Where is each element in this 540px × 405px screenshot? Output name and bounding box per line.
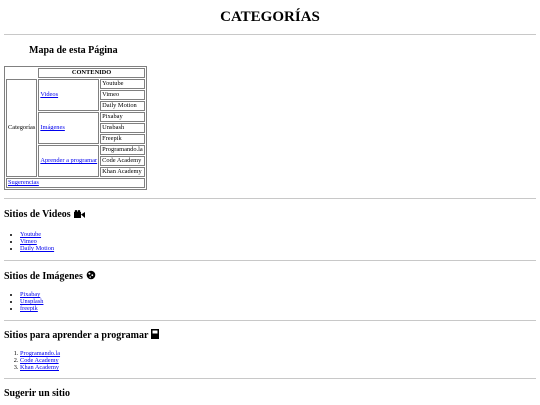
section-title-programming: Sitios para aprender a programar	[4, 329, 160, 342]
section-title-suggest: Sugerir un sitio	[4, 388, 70, 399]
book-icon	[151, 329, 160, 342]
video-camera-icon	[73, 210, 85, 221]
table-item: Pixabay	[100, 112, 145, 122]
site-link[interactable]: Vimeo	[20, 238, 37, 245]
programming-sites-list: Programando.la Code Academy Khan Academy	[0, 350, 60, 372]
list-item: Pixabay	[20, 291, 43, 298]
table-header: CONTENIDO	[38, 68, 145, 78]
list-item: Vimeo	[20, 238, 54, 245]
image-icon	[86, 270, 96, 283]
list-item: Code Academy	[20, 357, 60, 364]
table-item: Khan Academy	[100, 167, 145, 177]
group-link-programming[interactable]: Aprender a programar	[40, 157, 97, 164]
root-cell: Categorías	[6, 79, 38, 177]
section-title-text: Sitios de Videos	[4, 209, 71, 220]
list-item: Khan Academy	[20, 364, 60, 371]
site-link[interactable]: Code Academy	[20, 357, 59, 364]
site-map-title: Mapa de esta Página	[29, 45, 118, 56]
divider	[4, 34, 536, 35]
empty-cell	[6, 68, 37, 78]
divider	[4, 198, 536, 199]
site-link[interactable]: Daily Motion	[20, 245, 54, 252]
list-item: Unsplash	[20, 298, 43, 305]
section-title-videos: Sitios de Videos	[4, 209, 85, 221]
group-cell-videos: Videos	[38, 79, 100, 111]
group-link-images[interactable]: Imágenes	[40, 124, 65, 131]
site-link[interactable]: Unsplash	[20, 298, 43, 305]
table-item: Unsbash	[100, 123, 145, 133]
divider	[4, 260, 536, 261]
site-link[interactable]: Khan Academy	[20, 364, 59, 371]
divider	[4, 320, 536, 321]
section-title-text: Sitios para aprender a programar	[4, 330, 149, 341]
group-link-videos[interactable]: Videos	[40, 91, 58, 98]
table-item: Vimeo	[100, 90, 145, 100]
list-item: Daily Motion	[20, 245, 54, 252]
video-sites-list: Youtube Vimeo Daily Motion	[0, 231, 54, 253]
table-item: Daily Motion	[100, 101, 145, 111]
group-cell-images: Imágenes	[38, 112, 100, 144]
list-item: Programando.la	[20, 350, 60, 357]
table-item: Freepik	[100, 134, 145, 144]
list-item: freepik	[20, 305, 43, 312]
table-item: Code Academy	[100, 156, 145, 166]
site-link[interactable]: Pixabay	[20, 291, 40, 298]
site-link[interactable]: Programando.la	[20, 350, 60, 357]
site-link[interactable]: freepik	[20, 305, 38, 312]
table-item: Youtube	[100, 79, 145, 89]
image-sites-list: Pixabay Unsplash freepik	[0, 291, 43, 313]
suggest-cell: Sugerencias	[6, 178, 145, 188]
section-title-images: Sitios de Imágenes	[4, 270, 96, 283]
group-cell-programming: Aprender a programar	[38, 145, 100, 177]
list-item: Youtube	[20, 231, 54, 238]
site-link[interactable]: Youtube	[20, 231, 41, 238]
site-map-table: CONTENIDO Categorías Videos Youtube Vime…	[4, 66, 147, 190]
divider	[4, 378, 536, 379]
suggest-link[interactable]: Sugerencias	[8, 179, 39, 186]
table-item: Programando.la	[100, 145, 145, 155]
section-title-text: Sitios de Imágenes	[4, 271, 83, 282]
page-title: CATEGORÍAS	[220, 9, 320, 25]
